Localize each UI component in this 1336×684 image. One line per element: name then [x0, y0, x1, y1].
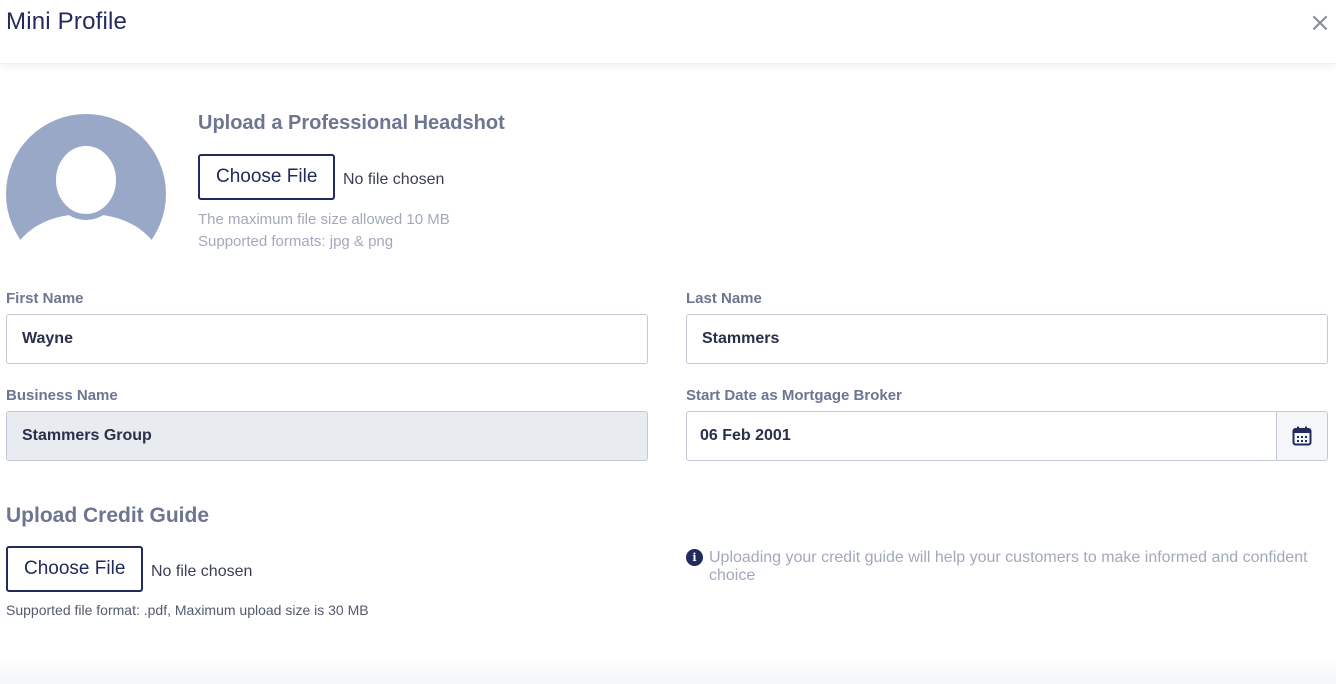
calendar-icon: [1292, 426, 1312, 446]
credit-guide-info-text: Uploading your credit guide will help yo…: [709, 549, 1308, 584]
headshot-formats-hint: Supported formats: jpg & png: [198, 233, 394, 250]
start-date-label: Start Date as Mortgage Broker: [686, 387, 902, 404]
modal-header: Mini Profile ×: [0, 0, 1336, 64]
headshot-upload-title: Upload a Professional Headshot: [198, 112, 505, 134]
close-icon[interactable]: ×: [1308, 10, 1332, 36]
info-icon: i: [686, 549, 703, 566]
business-name-label: Business Name: [6, 387, 118, 404]
modal-title: Mini Profile: [6, 8, 128, 35]
modal-footer-divider: [0, 656, 1336, 684]
credit-guide-title: Upload Credit Guide: [6, 504, 210, 527]
credit-guide-choose-file-button[interactable]: Choose File: [6, 546, 144, 592]
last-name-label: Last Name: [686, 290, 762, 307]
first-name-input[interactable]: [6, 314, 648, 364]
first-name-label: First Name: [6, 290, 84, 307]
last-name-input[interactable]: [686, 314, 1328, 364]
start-date-input[interactable]: [686, 411, 1277, 461]
credit-guide-file-status: No file chosen: [151, 563, 253, 580]
avatar: [6, 114, 166, 246]
user-silhouette-icon: [6, 114, 166, 246]
headshot-size-hint: The maximum file size allowed 10 MB: [198, 211, 450, 228]
headshot-file-status: No file chosen: [343, 171, 445, 188]
business-name-input[interactable]: [6, 411, 648, 461]
calendar-button[interactable]: [1276, 411, 1328, 461]
headshot-choose-file-button[interactable]: Choose File: [198, 154, 336, 200]
credit-guide-format-note: Supported file format: .pdf, Maximum upl…: [6, 602, 369, 618]
